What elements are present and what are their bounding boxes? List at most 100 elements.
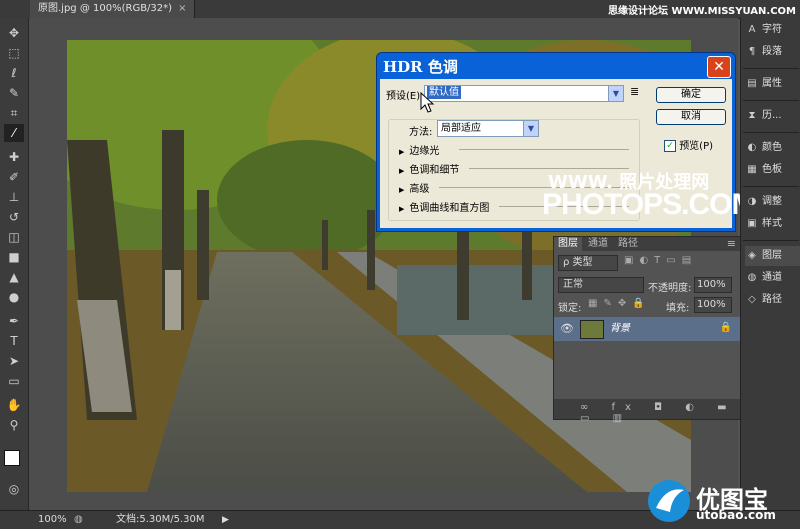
tab-channels[interactable]: 通道	[584, 237, 612, 251]
gradient-icon[interactable]: ■	[4, 248, 24, 266]
path-select-icon[interactable]: ➤	[4, 352, 24, 370]
panel-adjustments[interactable]: ◑ 调整	[745, 192, 800, 212]
eye-icon[interactable]: 👁	[560, 322, 574, 335]
fill-label: 填充:	[666, 303, 690, 314]
styles-icon: ▣	[747, 218, 757, 229]
panel-character[interactable]: A 字符	[745, 20, 800, 40]
tab-paths[interactable]: 路径	[614, 237, 642, 251]
color-icon: ◐	[747, 142, 757, 153]
method-label: 方法:	[409, 127, 433, 138]
layer-filter-select[interactable]: ρ 类型	[558, 255, 618, 271]
properties-icon: ▤	[747, 78, 757, 89]
cancel-button[interactable]: 取消	[656, 109, 726, 125]
brush-icon[interactable]: ✐	[4, 168, 24, 186]
status-info-icon[interactable]: ◍	[74, 511, 83, 529]
swatches-icon: ▦	[747, 164, 757, 175]
panel-color[interactable]: ◐ 颜色	[745, 138, 800, 158]
adjustments-icon: ◑	[747, 196, 757, 207]
paragraph-icon: ¶	[748, 46, 756, 57]
opacity-label: 不透明度:	[648, 283, 692, 294]
bird-logo-icon	[648, 480, 690, 522]
logo-url: utobao.com	[696, 508, 776, 522]
status-menu-arrow-icon[interactable]: ▶	[222, 511, 229, 529]
tab-layers[interactable]: 图层	[554, 237, 582, 251]
section-edge-glow[interactable]: ▶ 边缘光	[399, 142, 439, 157]
hand-icon[interactable]: ✋	[4, 396, 24, 414]
checkbox-check-icon: ✓	[664, 140, 676, 152]
document-tab-bar: 原图.jpg @ 100%(RGB/32*) × 思缘设计论坛 WWW.MISSY…	[0, 0, 800, 19]
dialog-title: HDR 色调	[383, 58, 458, 76]
divider	[743, 132, 799, 133]
lock-icons[interactable]: ▦✎✥🔒	[588, 298, 651, 309]
zoom-level[interactable]: 100%	[38, 511, 67, 529]
method-value: 局部适应	[441, 123, 481, 134]
zoom-icon[interactable]: ⚲	[4, 416, 24, 434]
move-icon[interactable]: ✥	[4, 24, 24, 42]
foreground-color-swatch[interactable]	[4, 450, 20, 466]
expand-triangle-icon: ▶	[399, 167, 405, 175]
layers-icon: ◈	[748, 250, 756, 261]
layer-name: 背景	[610, 323, 630, 334]
preview-checkbox[interactable]: ✓ 预览(P)	[664, 137, 713, 152]
opacity-input[interactable]: 100%	[694, 277, 732, 293]
panel-menu-icon[interactable]: ≡	[727, 237, 736, 251]
panel-layers[interactable]: ◈ 图层	[745, 246, 800, 266]
quick-select-icon[interactable]: ✎	[4, 84, 24, 102]
preset-menu-icon[interactable]: ≣	[630, 85, 639, 98]
expand-triangle-icon: ▶	[399, 148, 405, 156]
close-tab-icon[interactable]: ×	[178, 3, 186, 14]
document-tab[interactable]: 原图.jpg @ 100%(RGB/32*) ×	[30, 0, 196, 18]
character-icon: A	[748, 24, 756, 35]
chevron-down-icon[interactable]: ▼	[523, 121, 538, 136]
section-tone-detail[interactable]: ▶ 色调和细节	[399, 161, 459, 176]
panel-paths[interactable]: ◇ 路径	[745, 290, 800, 310]
shape-icon[interactable]: ▭	[4, 372, 24, 390]
layer-row-background[interactable]: 👁 背景 🔒	[554, 317, 740, 341]
method-select[interactable]: 局部适应 ▼	[437, 120, 539, 137]
eraser-icon[interactable]: ◫	[4, 228, 24, 246]
panel-styles[interactable]: ▣ 样式	[745, 214, 800, 234]
ok-button[interactable]: 确定	[656, 87, 726, 103]
divider	[743, 100, 799, 101]
divider	[743, 186, 799, 187]
divider	[743, 68, 799, 69]
layers-panel-tabs: 图层 通道 路径 ≡	[554, 237, 740, 251]
section-advanced[interactable]: ▶ 高级	[399, 180, 429, 195]
document-tab-title: 原图.jpg @ 100%(RGB/32*)	[38, 3, 173, 14]
history-icon: ⧗	[748, 110, 756, 121]
healing-icon[interactable]: ✚	[4, 148, 24, 166]
crop-icon[interactable]: ⌗	[4, 104, 24, 122]
footer-action-icons[interactable]: ∞ fx ◘ ◐ ▬ ▭ ▥	[580, 402, 740, 424]
collapsed-panels-dock: A 字符 ¶ 段落 ▤ 属性 ⧗ 历... ◐ 颜色 ▦ 色板 ◑ 调整 ▣ 样式 ◈ 图层 ◍ 通…	[740, 18, 800, 510]
blur-icon[interactable]: ▲	[4, 268, 24, 286]
panel-history[interactable]: ⧗ 历...	[745, 106, 800, 126]
panel-properties[interactable]: ▤ 属性	[745, 74, 800, 94]
panel-channels[interactable]: ◍ 通道	[745, 268, 800, 288]
panel-paragraph[interactable]: ¶ 段落	[745, 42, 800, 62]
chevron-down-icon[interactable]: ▼	[608, 86, 623, 101]
divider	[743, 240, 799, 241]
lock-icon: 🔒	[719, 322, 732, 333]
marquee-icon[interactable]: ⬚	[4, 44, 24, 62]
panel-swatches[interactable]: ▦ 色板	[745, 160, 800, 180]
history-brush-icon[interactable]: ↺	[4, 208, 24, 226]
filter-icons[interactable]: ▣◐T▭▤	[624, 255, 697, 266]
type-icon[interactable]: T	[4, 332, 24, 350]
lock-label: 锁定:	[558, 303, 582, 314]
pen-icon[interactable]: ✒	[4, 312, 24, 330]
blend-mode-select[interactable]: 正常	[558, 277, 644, 293]
fill-input[interactable]: 100%	[694, 297, 732, 313]
quick-mask-icon[interactable]: ◎	[4, 480, 24, 498]
lasso-icon[interactable]: ℓ	[4, 64, 24, 82]
watermark-line2: PHOTOPS.COM	[542, 188, 756, 221]
eyedropper-icon[interactable]: ⁄	[4, 124, 24, 142]
dodge-icon[interactable]: ●	[4, 288, 24, 306]
divider	[459, 149, 629, 150]
channels-icon: ◍	[747, 272, 757, 283]
preset-label: 预设(E):	[386, 91, 424, 102]
preset-select[interactable]: 默认值 ▼	[424, 85, 624, 102]
site-watermark: 思缘设计论坛 WWW.MISSYUAN.COM	[608, 6, 796, 17]
section-curve-histogram[interactable]: ▶ 色调曲线和直方图	[399, 199, 489, 214]
close-icon[interactable]: ✕	[707, 56, 731, 78]
stamp-icon[interactable]: ⊥	[4, 188, 24, 206]
